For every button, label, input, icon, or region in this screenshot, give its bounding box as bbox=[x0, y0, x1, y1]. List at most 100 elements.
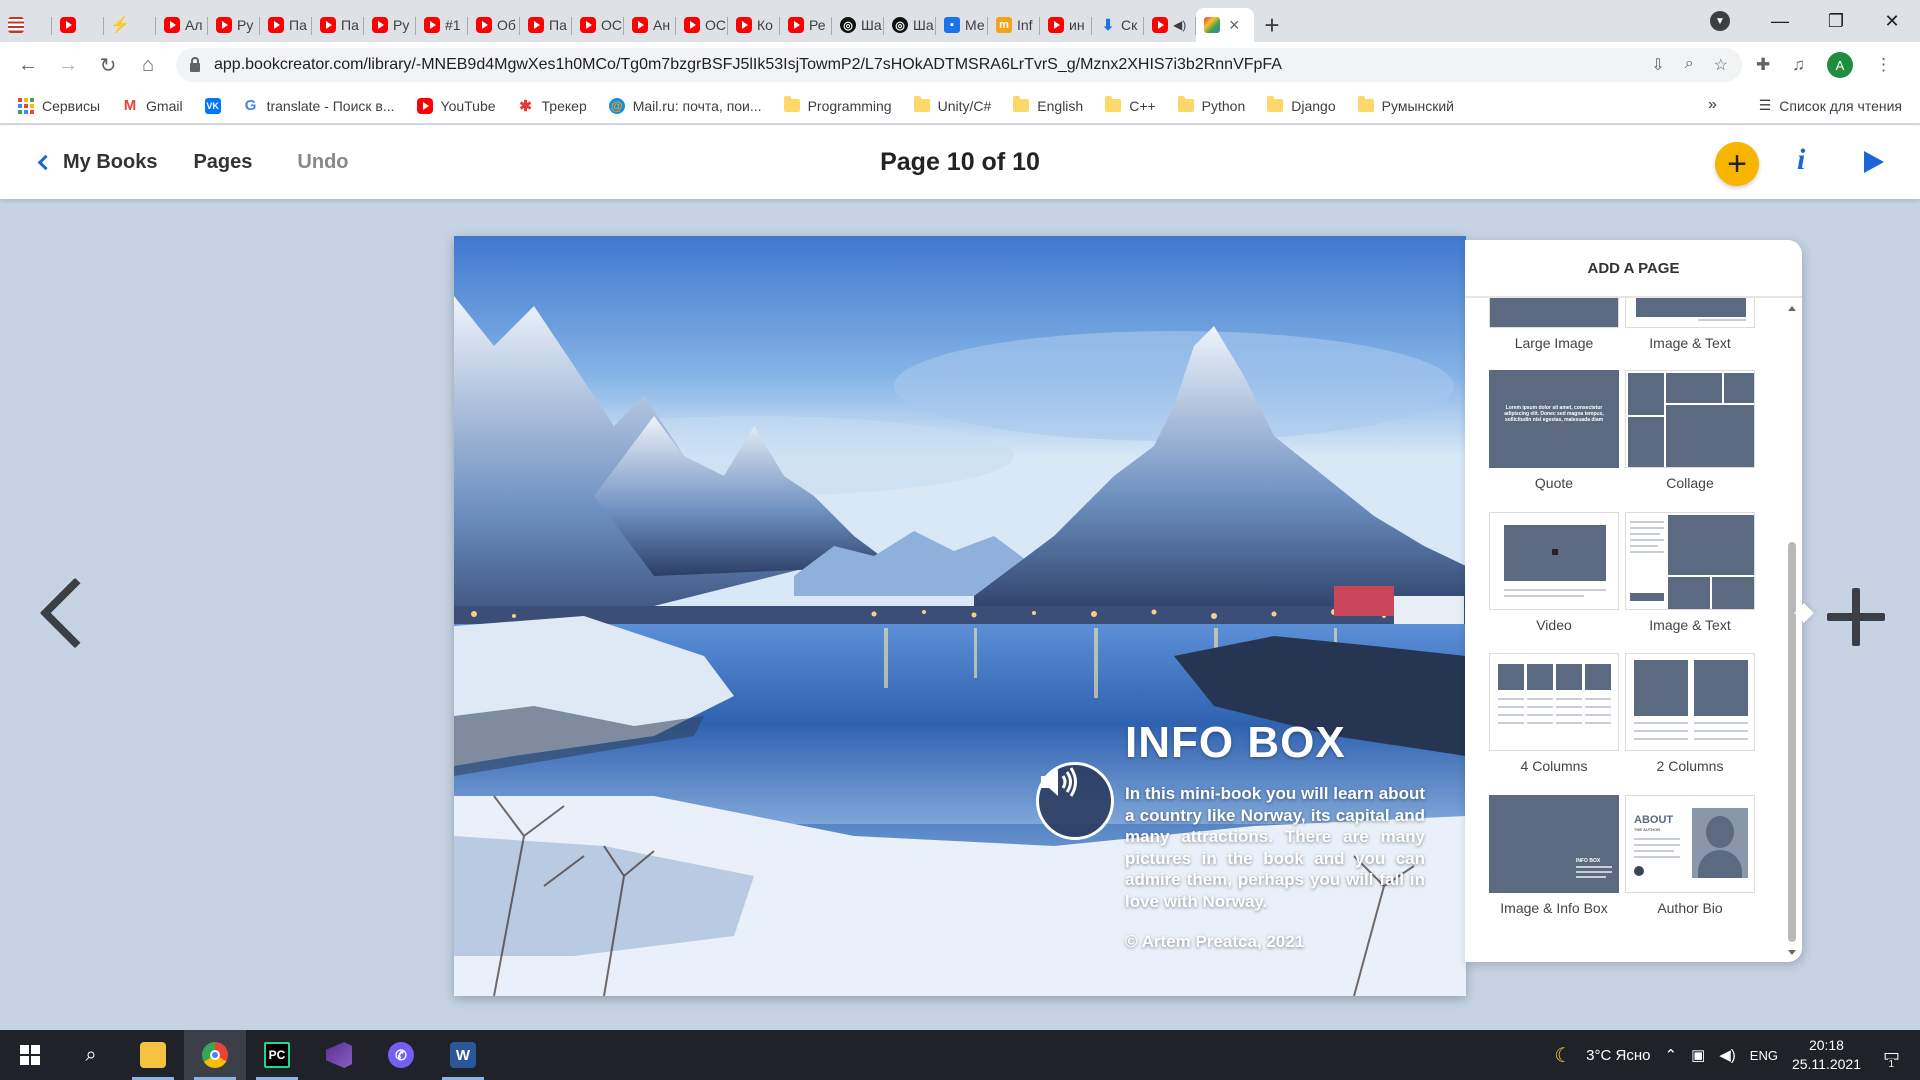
tab-7[interactable]: Py bbox=[364, 8, 416, 42]
tab-15[interactable]: Ре bbox=[780, 8, 832, 42]
scrollbar-thumb[interactable] bbox=[1788, 542, 1796, 942]
zoom-icon[interactable]: ⌕ bbox=[1685, 55, 1694, 75]
info-box-title[interactable]: INFO BOX bbox=[1125, 718, 1346, 768]
media-control-icon[interactable]: ♫ bbox=[1792, 55, 1805, 75]
audio-speaker-icon[interactable] bbox=[1036, 762, 1114, 840]
home-icon[interactable]: ⌂ bbox=[128, 54, 168, 77]
bookmark-mailru[interactable]: @ Mail.ru: почта, пои... bbox=[608, 97, 762, 114]
undo-button[interactable]: Undo bbox=[297, 151, 348, 174]
template-image-text[interactable]: Image & Text bbox=[1625, 298, 1755, 351]
close-icon[interactable]: × bbox=[1229, 15, 1240, 36]
tab-1[interactable] bbox=[52, 8, 104, 42]
tab-17[interactable]: ◎ Ша bbox=[884, 8, 936, 42]
taskbar-chrome[interactable] bbox=[184, 1030, 246, 1080]
bookmark-folder-english[interactable]: English bbox=[1013, 96, 1083, 114]
taskbar-file-explorer[interactable] bbox=[122, 1030, 184, 1080]
tab-5[interactable]: Па bbox=[260, 8, 312, 42]
tab-12[interactable]: Ан bbox=[624, 8, 676, 42]
language-indicator[interactable]: ENG bbox=[1750, 1048, 1778, 1063]
tab-16[interactable]: ◎ Ша bbox=[832, 8, 884, 42]
tab-20[interactable]: ин bbox=[1040, 8, 1092, 42]
minimize-icon[interactable]: — bbox=[1752, 11, 1808, 32]
bookmark-translate[interactable]: G translate - Поиск в... bbox=[243, 97, 395, 114]
reload-icon[interactable]: ↻ bbox=[88, 53, 128, 78]
new-tab-button[interactable]: + bbox=[1254, 8, 1290, 42]
template-quote[interactable]: Lorem ipsum dolor sit amet, consectetur … bbox=[1489, 370, 1619, 491]
volume-icon[interactable]: ◀) bbox=[1719, 1046, 1736, 1064]
info-icon[interactable]: i bbox=[1797, 143, 1805, 177]
tab-active-bookcreator[interactable]: × bbox=[1196, 8, 1254, 42]
back-icon[interactable]: ← bbox=[8, 54, 48, 77]
bookmark-folder-programming[interactable]: Programming bbox=[783, 96, 892, 114]
tab-9[interactable]: Об bbox=[468, 8, 520, 42]
bookmark-folder-python[interactable]: Python bbox=[1177, 96, 1245, 114]
taskbar-word[interactable]: W bbox=[432, 1030, 494, 1080]
bookmark-folder-django[interactable]: Django bbox=[1267, 96, 1336, 114]
notifications-icon[interactable]: ▭ 1 bbox=[1883, 1045, 1900, 1070]
template-collage[interactable]: Collage bbox=[1625, 370, 1755, 491]
tab-11[interactable]: ОС bbox=[572, 8, 624, 42]
bookmark-folder-unity[interactable]: Unity/C# bbox=[913, 96, 991, 114]
previous-page-arrow-icon[interactable] bbox=[39, 577, 111, 649]
network-icon[interactable]: ▣ bbox=[1691, 1046, 1705, 1064]
reading-list-button[interactable]: ☰ Список для чтения bbox=[1759, 97, 1902, 114]
template-large-image[interactable]: Large Image bbox=[1489, 298, 1619, 351]
tab-18[interactable]: ▪ Ме bbox=[936, 8, 988, 42]
clock[interactable]: 20:18 25.11.2021 bbox=[1792, 1036, 1861, 1074]
template-author-bio[interactable]: ABOUT THE AUTHOR Author Bio bbox=[1625, 795, 1755, 916]
url-text[interactable]: app.bookcreator.com/library/-MNEB9d4MgwX… bbox=[214, 56, 1282, 74]
scroll-down-arrow-icon[interactable] bbox=[1788, 950, 1796, 955]
template-image-text-2[interactable]: Image & Text bbox=[1625, 512, 1755, 633]
bookmark-apps[interactable]: Сервисы bbox=[18, 97, 100, 114]
my-books-button[interactable]: My Books bbox=[37, 151, 157, 174]
tab-search-icon[interactable]: ▼ bbox=[1710, 11, 1730, 31]
bookmarks-more-button[interactable]: » bbox=[1708, 96, 1717, 114]
bookmark-youtube[interactable]: YouTube bbox=[416, 97, 496, 114]
profile-avatar[interactable]: A bbox=[1827, 52, 1853, 78]
tab-2[interactable]: ⚡ bbox=[104, 8, 156, 42]
taskbar-pycharm[interactable]: PC bbox=[246, 1030, 308, 1080]
address-bar[interactable]: app.bookcreator.com/library/-MNEB9d4MgwX… bbox=[176, 48, 1742, 82]
forward-icon[interactable]: → bbox=[48, 54, 88, 77]
tab-10[interactable]: Па bbox=[520, 8, 572, 42]
tab-14[interactable]: Ко bbox=[728, 8, 780, 42]
search-icon[interactable]: ⌕ bbox=[60, 1030, 122, 1080]
bookmark-folder-cpp[interactable]: C++ bbox=[1105, 96, 1156, 114]
tray-overflow-icon[interactable]: ⌃ bbox=[1664, 1046, 1677, 1064]
bookmark-folder-romanian[interactable]: Румынский bbox=[1357, 96, 1454, 114]
bookmark-vk[interactable]: VK bbox=[204, 97, 221, 114]
tab-4[interactable]: Py bbox=[208, 8, 260, 42]
template-video[interactable]: Video bbox=[1489, 512, 1619, 633]
template-2-columns[interactable]: 2 Columns bbox=[1625, 653, 1755, 774]
template-image-info-box[interactable]: INFO BOX Image & Info Box bbox=[1489, 795, 1619, 916]
pages-button[interactable]: Pages bbox=[193, 151, 252, 174]
scroll-up-arrow-icon[interactable] bbox=[1788, 306, 1796, 311]
tab-22[interactable]: ◀) bbox=[1144, 8, 1196, 42]
menu-icon[interactable]: ⋮ bbox=[1875, 55, 1892, 75]
tab-3[interactable]: Ал bbox=[156, 8, 208, 42]
info-box-credit[interactable]: © Artem Preatca, 2021 bbox=[1125, 932, 1304, 952]
close-window-icon[interactable]: ✕ bbox=[1864, 11, 1920, 32]
tab-21[interactable]: ⬇ Ск bbox=[1092, 8, 1144, 42]
tab-19[interactable]: m Inf bbox=[988, 8, 1040, 42]
tab-0[interactable] bbox=[0, 8, 52, 42]
template-scrollbar[interactable] bbox=[1786, 302, 1798, 962]
install-icon[interactable]: ⇩ bbox=[1651, 55, 1664, 75]
weather-text[interactable]: 3°C Ясно bbox=[1586, 1047, 1650, 1064]
taskbar-visual-studio[interactable] bbox=[308, 1030, 370, 1080]
info-box-text[interactable]: In this mini-book you will learn about a… bbox=[1125, 783, 1425, 912]
windows-start-icon[interactable] bbox=[0, 1030, 60, 1080]
tab-8[interactable]: #1 bbox=[416, 8, 468, 42]
bookmark-star-icon[interactable]: ☆ bbox=[1714, 55, 1728, 75]
add-content-button[interactable]: + bbox=[1715, 142, 1759, 186]
tab-6[interactable]: Па bbox=[312, 8, 364, 42]
bookmark-tracker[interactable]: ✱ Трекер bbox=[518, 98, 587, 115]
weather-moon-icon[interactable]: ☾ bbox=[1554, 1043, 1572, 1068]
extensions-icon[interactable]: ✚ bbox=[1756, 55, 1770, 75]
add-page-plus-icon[interactable] bbox=[1827, 588, 1885, 646]
play-icon[interactable] bbox=[1864, 151, 1884, 173]
lock-icon[interactable] bbox=[190, 56, 200, 72]
taskbar-viber[interactable]: ✆ bbox=[370, 1030, 432, 1080]
maximize-icon[interactable]: ❐ bbox=[1808, 11, 1864, 32]
tab-13[interactable]: ОС bbox=[676, 8, 728, 42]
